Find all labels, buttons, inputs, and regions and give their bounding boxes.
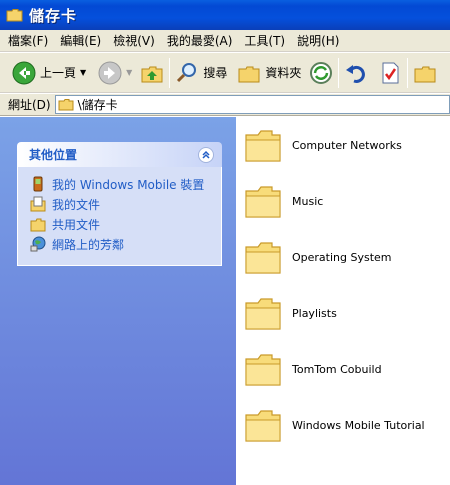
menu-favorites[interactable]: 我的最愛(A): [161, 32, 239, 49]
folder-name: Operating System: [292, 250, 392, 264]
toolbar-separator: [338, 57, 340, 88]
folder-icon: [245, 186, 281, 218]
task-pane: 其他位置 我的 Windows Mobile 裝置 我的文件 共用文件 網路上的…: [0, 117, 236, 485]
up-button[interactable]: [138, 55, 166, 91]
task-link-label: 我的文件: [52, 197, 101, 212]
properties-button[interactable]: [376, 55, 404, 91]
folder-view: Computer Networks Music Operating System…: [236, 117, 450, 485]
forward-arrow-icon: [98, 61, 122, 84]
folder-item[interactable]: Operating System: [244, 239, 392, 275]
folder-item[interactable]: Computer Networks: [244, 127, 402, 163]
search-button[interactable]: 搜尋: [173, 55, 229, 91]
undo-button[interactable]: [342, 55, 370, 91]
sync-button[interactable]: [307, 55, 335, 91]
folders-label: 資料夾: [265, 66, 302, 80]
sync-icon: [310, 61, 333, 84]
task-link-shared-documents[interactable]: 共用文件: [30, 214, 221, 234]
folder-icon: [245, 354, 281, 386]
other-places-header[interactable]: 其他位置: [17, 142, 222, 167]
undo-icon: [346, 64, 366, 83]
my-documents-icon: [30, 196, 46, 212]
folder-icon: [58, 99, 74, 111]
folder-name: Computer Networks: [292, 138, 402, 152]
other-places-title: 其他位置: [29, 148, 78, 162]
task-link-label: 我的 Windows Mobile 裝置: [52, 177, 205, 192]
folder-name: Windows Mobile Tutorial: [292, 418, 425, 432]
address-input[interactable]: \儲存卡: [54, 95, 450, 114]
menu-bar: 檔案(F) 編輯(E) 檢視(V) 我的最愛(A) 工具(T) 說明(H): [0, 30, 450, 52]
forward-dropdown-icon[interactable]: ▼: [126, 68, 132, 77]
address-path: \儲存卡: [77, 98, 118, 112]
task-link-mobile-device[interactable]: 我的 Windows Mobile 裝置: [30, 174, 221, 194]
forward-button[interactable]: ▼: [96, 55, 134, 91]
shared-folder-icon: [30, 218, 46, 232]
folder-icon: [6, 9, 23, 22]
folder-name: Music: [292, 194, 324, 208]
task-link-network-places[interactable]: 網路上的芳鄰: [30, 234, 221, 254]
folder-item[interactable]: Music: [244, 183, 323, 219]
menu-help[interactable]: 說明(H): [291, 32, 345, 49]
toolbar-separator: [407, 57, 409, 88]
mobile-device-icon: [33, 176, 43, 192]
folder-up-icon: [141, 66, 163, 82]
folder-name: TomTom Cobuild: [292, 362, 382, 376]
back-label: 上一頁: [40, 66, 77, 80]
folder-icon: [245, 410, 281, 442]
collapse-chevron-icon[interactable]: [198, 146, 214, 163]
folder-item[interactable]: TomTom Cobuild: [244, 351, 382, 387]
address-bar: 網址(D) \儲存卡: [0, 94, 450, 116]
folders-icon: [238, 66, 260, 82]
folders-button[interactable]: 資料夾: [235, 55, 303, 91]
back-dropdown-icon[interactable]: ▼: [80, 68, 86, 77]
toolbar-separator: [169, 57, 171, 88]
toolbar: 上一頁 ▼ ▼ 搜尋 資料夾: [0, 53, 450, 93]
folder-item[interactable]: Playlists: [244, 295, 337, 331]
folder-item[interactable]: Windows Mobile Tutorial: [244, 407, 425, 443]
folder-icon: [245, 130, 281, 162]
task-link-my-documents[interactable]: 我的文件: [30, 194, 221, 214]
menu-tools[interactable]: 工具(T): [238, 32, 291, 49]
title-bar[interactable]: 儲存卡: [0, 0, 450, 30]
views-icon: [414, 66, 436, 82]
menu-edit[interactable]: 編輯(E): [54, 32, 107, 49]
task-link-label: 共用文件: [52, 217, 101, 232]
search-icon: [177, 62, 197, 82]
menu-view[interactable]: 檢視(V): [107, 32, 161, 49]
back-arrow-icon: [12, 61, 36, 84]
task-link-label: 網路上的芳鄰: [52, 237, 125, 252]
folder-name: Playlists: [292, 306, 337, 320]
other-places-box: 其他位置 我的 Windows Mobile 裝置 我的文件 共用文件 網路上的…: [17, 142, 222, 266]
folder-icon: [245, 298, 281, 330]
address-label: 網址(D): [8, 98, 51, 112]
window-title: 儲存卡: [29, 6, 78, 25]
views-button[interactable]: [411, 55, 439, 91]
search-label: 搜尋: [203, 66, 228, 80]
back-button[interactable]: 上一頁 ▼: [10, 55, 88, 91]
menu-file[interactable]: 檔案(F): [0, 32, 54, 49]
network-places-icon: [30, 236, 46, 252]
other-places-list: 我的 Windows Mobile 裝置 我的文件 共用文件 網路上的芳鄰: [17, 167, 222, 266]
folder-icon: [245, 242, 281, 274]
properties-icon: [382, 62, 399, 83]
